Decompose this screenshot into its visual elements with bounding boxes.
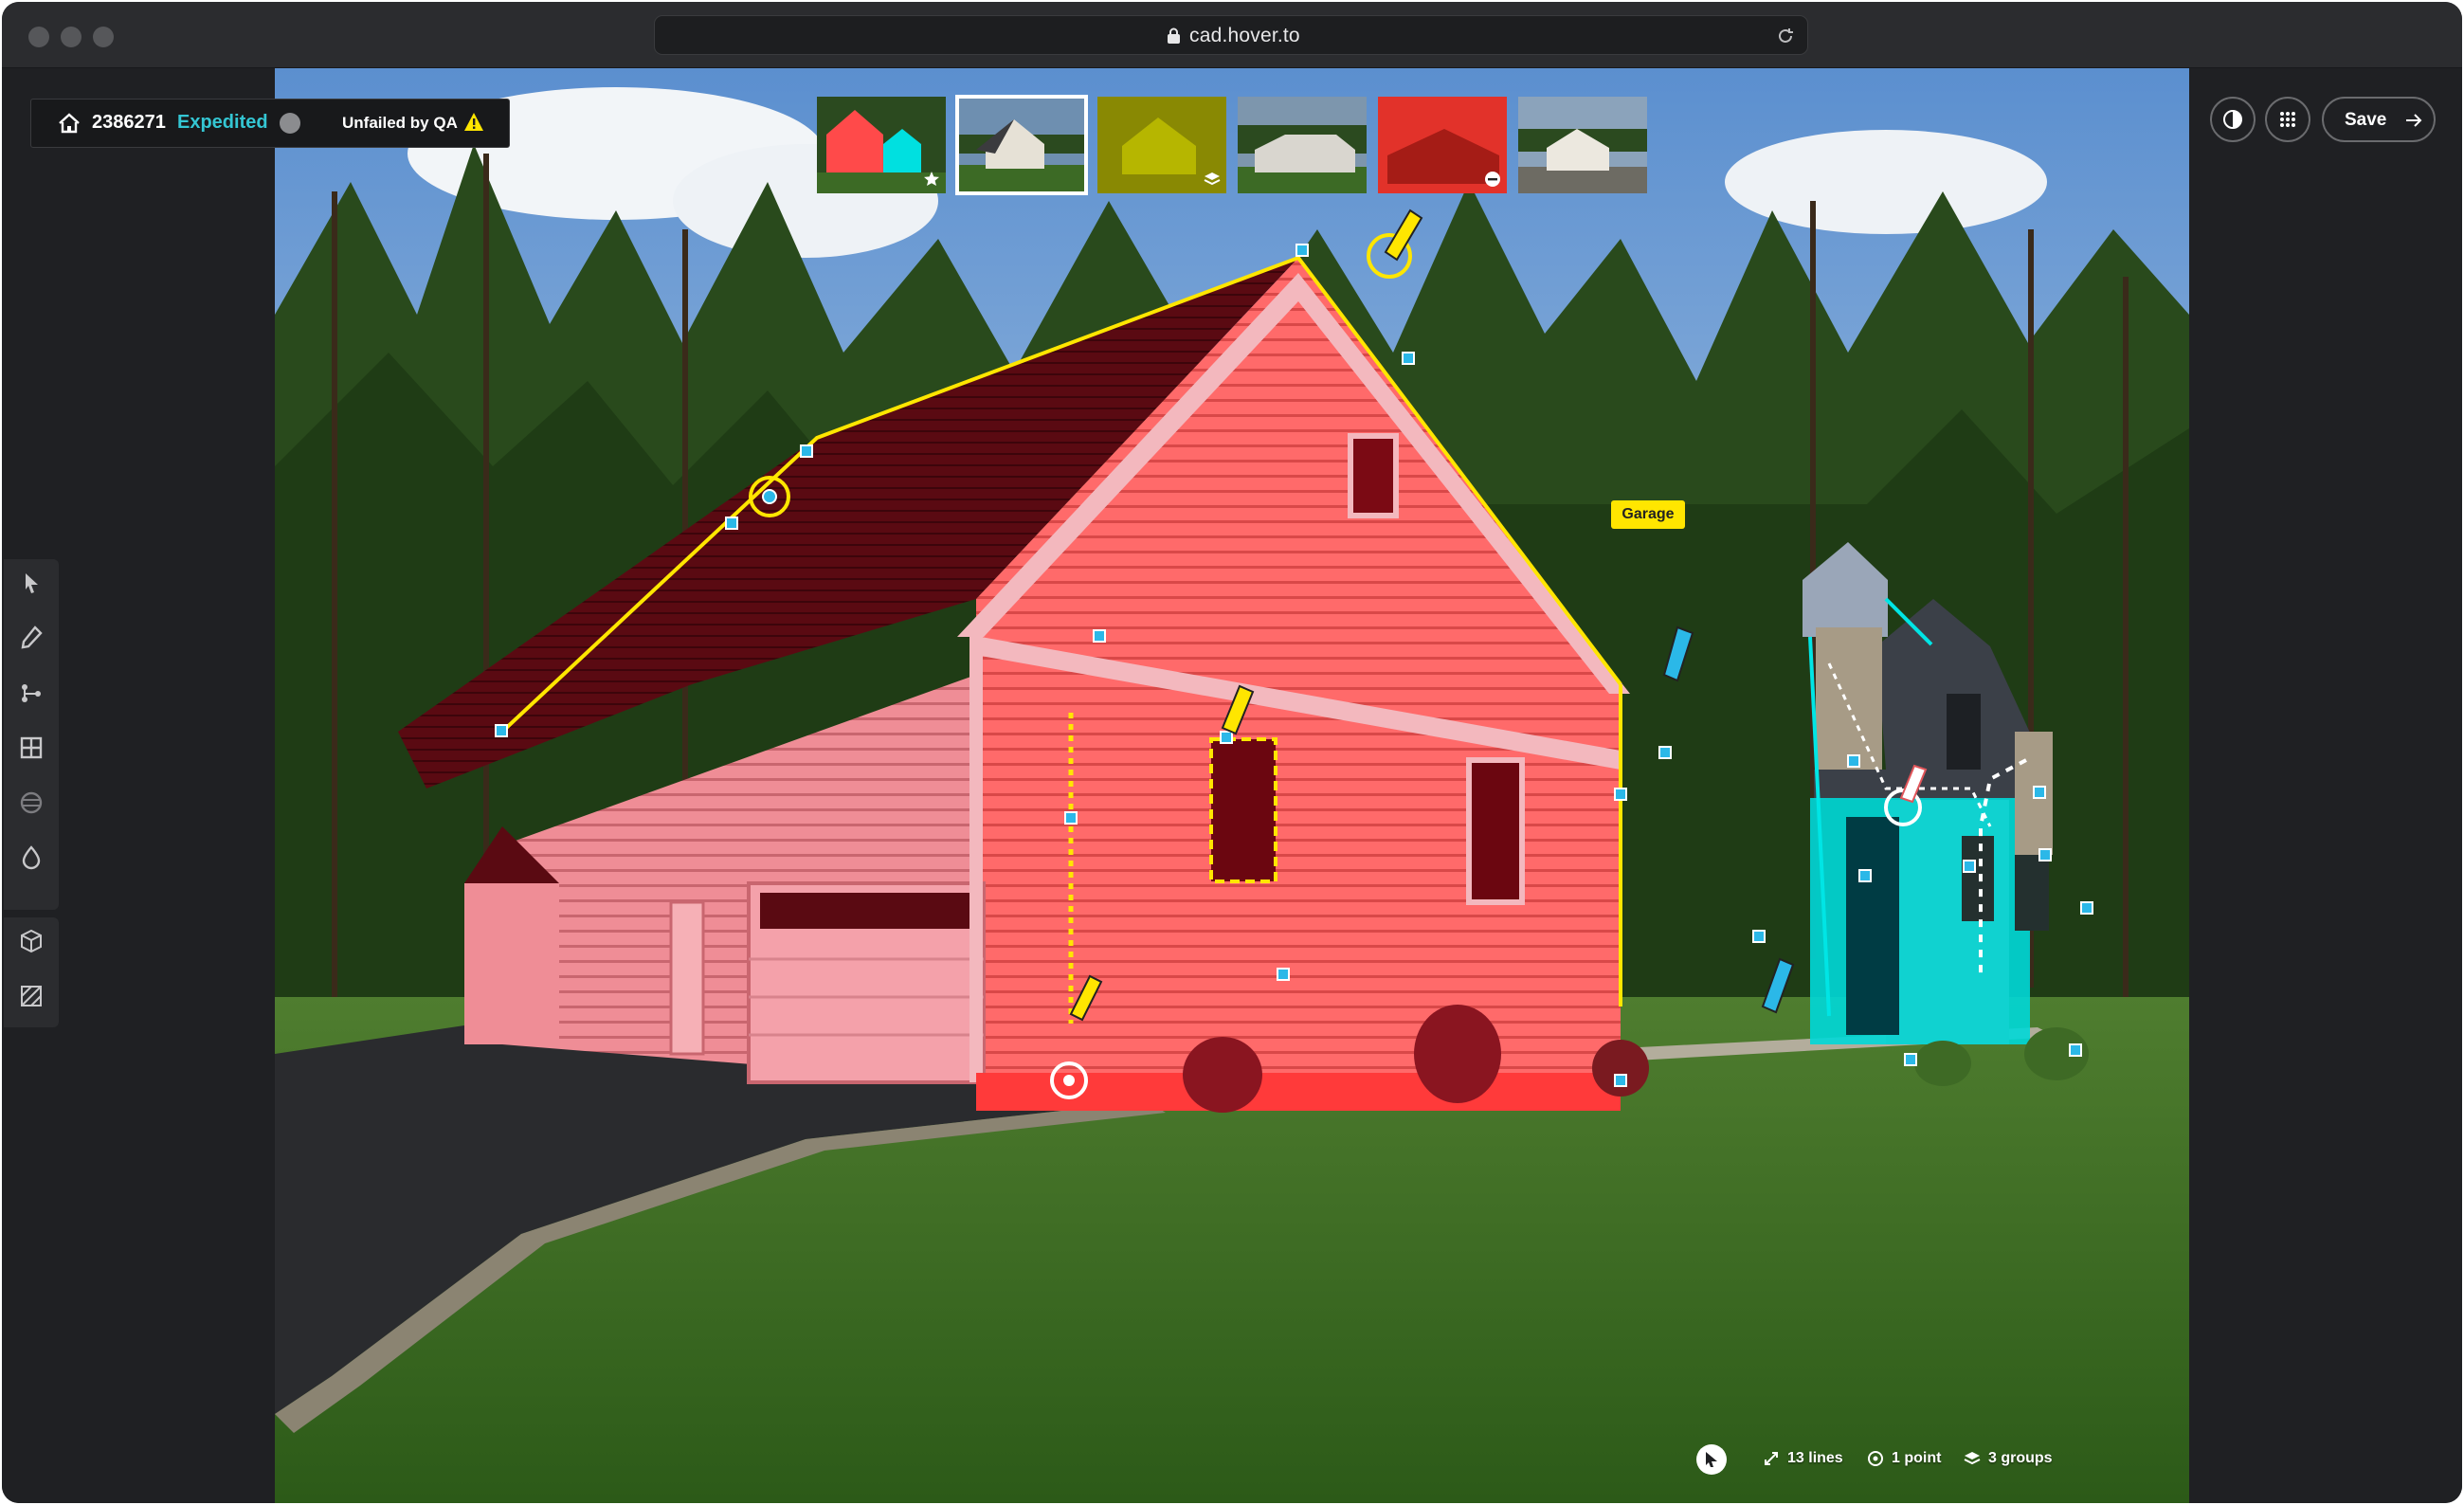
layers-icon	[1964, 1452, 1981, 1465]
star-icon	[924, 172, 939, 186]
point-icon	[1868, 1451, 1883, 1466]
apps-grid-icon	[2280, 112, 2295, 127]
pen-icon[interactable]	[17, 624, 45, 652]
line-icon	[1765, 1452, 1778, 1465]
grid-icon[interactable]	[17, 734, 45, 762]
node-icon[interactable]	[17, 679, 45, 707]
house-photo	[275, 68, 2189, 1503]
thumb-photo-1[interactable]	[955, 95, 1088, 195]
minus-icon	[1485, 172, 1500, 187]
cursor-icon	[1706, 1452, 1717, 1467]
browser-window: cad.hover.to Garage 2386271 Expedited Un…	[2, 2, 2462, 1503]
thumb-photo-3[interactable]	[1518, 97, 1647, 193]
select-icon[interactable]	[17, 569, 45, 597]
contrast-icon	[2223, 110, 2242, 129]
warning-icon	[464, 113, 483, 131]
arrow-right-icon	[2406, 114, 2422, 127]
cube-icon[interactable]	[17, 927, 45, 955]
url-text: cad.hover.to	[1189, 25, 1300, 46]
compass-icon[interactable]	[280, 113, 300, 134]
close-window-button[interactable]	[28, 27, 49, 47]
minimize-window-button[interactable]	[61, 27, 82, 47]
thumb-photo-2[interactable]	[1238, 97, 1367, 193]
job-header: 2386271 Expedited Unfailed by QA	[30, 99, 510, 148]
zoom-window-button[interactable]	[93, 27, 114, 47]
hatch-icon[interactable]	[17, 982, 45, 1010]
save-button[interactable]: Save	[2322, 97, 2436, 142]
drop-icon[interactable]	[17, 843, 45, 872]
reload-icon[interactable]	[1775, 26, 1796, 46]
home-icon[interactable]	[58, 113, 81, 134]
lock-icon	[1168, 27, 1180, 44]
qa-status: Unfailed by QA	[342, 114, 458, 132]
thumb-red-overlay[interactable]	[1378, 97, 1507, 193]
thumb-segmentation[interactable]	[817, 97, 946, 193]
apps-button[interactable]	[2265, 97, 2310, 142]
address-bar[interactable]: cad.hover.to	[654, 15, 1808, 55]
groups-count: 3 groups	[1988, 1450, 2053, 1466]
facade-label[interactable]: Garage	[1611, 500, 1685, 529]
job-id: 2386271	[92, 112, 166, 133]
right-panel	[2189, 68, 2462, 1503]
tool-rail	[4, 559, 59, 910]
thumb-yellow-overlay[interactable]	[1097, 97, 1226, 193]
tool-rail-secondary	[4, 917, 59, 1027]
save-button-label: Save	[2345, 110, 2387, 130]
browser-titlebar: cad.hover.to	[2, 2, 2462, 68]
contrast-button[interactable]	[2210, 97, 2256, 142]
layers-icon	[1204, 172, 1221, 186]
photo-canvas[interactable]: Garage	[275, 68, 2189, 1503]
globe-icon[interactable]	[17, 789, 45, 817]
photo-thumbnail-strip	[817, 95, 1651, 195]
points-count: 1 point	[1892, 1450, 1942, 1466]
cursor-mode-button[interactable]	[1696, 1444, 1727, 1475]
priority-badge: Expedited	[177, 112, 268, 133]
lines-count: 13 lines	[1787, 1450, 1843, 1466]
